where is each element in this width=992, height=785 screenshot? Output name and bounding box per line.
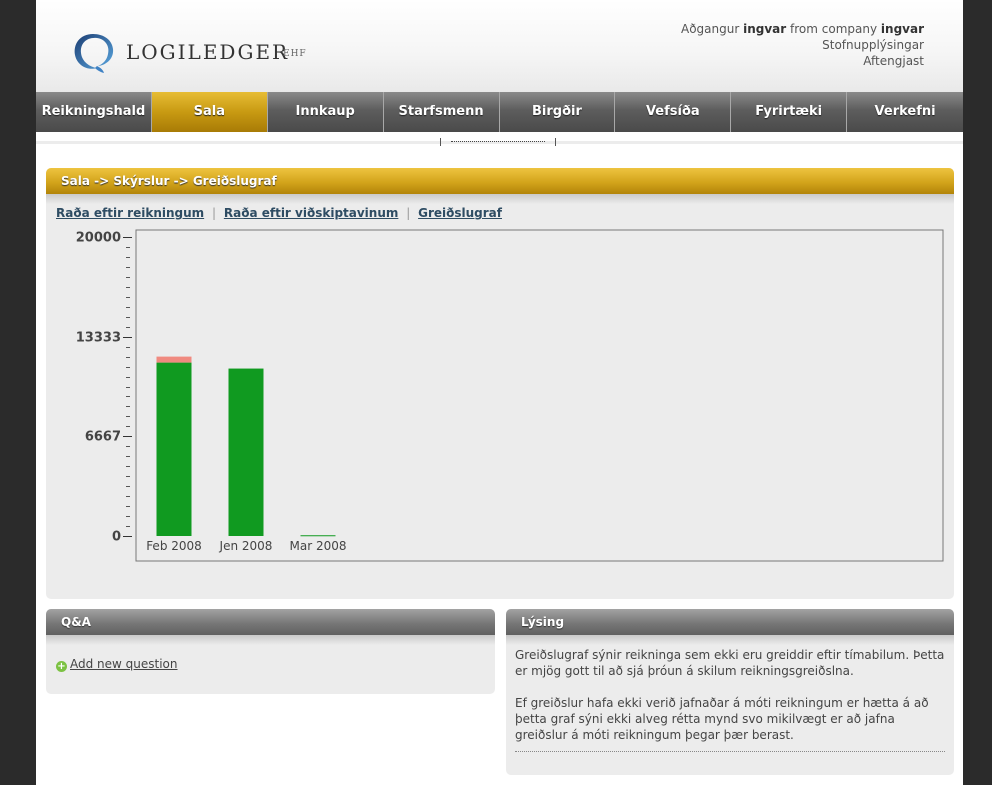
qa-title: Q&A [46,609,495,635]
add-question-label: Add new question [70,657,178,671]
description-body: Greiðslugraf sýnir reikninga sem ekki er… [515,647,945,759]
nav-item-vefsida[interactable]: Vefsíða [615,92,732,132]
brand-name: LOGILEDGER [126,40,290,64]
description-panel: Lýsing Greiðslugraf sýnir reikninga sem … [506,609,954,775]
subnav-marker [440,138,556,146]
account-mid: from company [790,22,878,36]
description-title: Lýsing [506,609,954,635]
bar [156,356,192,363]
nav-item-starfsmenn[interactable]: Starfsmenn [384,92,500,132]
nav-item-sala[interactable]: Sala [151,92,268,139]
y-tick-label: 20000 [76,231,121,246]
y-tick-label: 0 [112,530,121,545]
x-tick-label: Feb 2008 [146,539,202,553]
description-paragraph: Greiðslugraf sýnir reikninga sem ekki er… [515,648,945,678]
sort-by-invoice-link[interactable]: Raða eftir reikningum [56,206,204,220]
account-company: ingvar [880,22,924,36]
panel-shade [46,635,495,645]
payment-graph-link[interactable]: Greiðslugraf [418,206,502,220]
brand-suffix: EHF [283,49,307,59]
logo-swirl-icon [74,34,114,73]
account-user: ingvar [743,22,787,36]
description-paragraph: Ef greiðslur hafa ekki verið jafnaðar á … [515,696,929,742]
nav-item-fyrirtaeki[interactable]: Fyrirtæki [731,92,848,132]
nav-item-birgdir[interactable]: Birgðir [500,92,616,132]
x-tick-label: Jen 2008 [219,539,273,553]
company-info-link[interactable]: Stofnupplýsingar [681,37,924,53]
panel-shade [46,194,954,204]
bar [300,535,336,537]
link-separator: | [406,206,411,220]
breadcrumb: Sala -> Skýrslur -> Greiðslugraf [46,168,954,194]
qa-panel: Q&A + Add new question [46,609,495,694]
nav-item-verkefni[interactable]: Verkefni [847,92,963,132]
payment-chart: 20000 13333 6667 0 Feb 2008 Jen 2008 Mar 2008 [46,224,954,564]
bar [228,368,264,536]
y-tick-label: 6667 [85,430,121,445]
account-prefix: Aðgangur [680,22,740,36]
page: LOGILEDGER EHF Aðgangur ingvar from comp… [36,0,963,785]
bar [156,362,192,536]
sort-by-customer-link[interactable]: Raða eftir viðskiptavinum [224,206,399,220]
main-nav: Reikningshald Sala Innkaup Starfsmenn Bi… [36,92,963,139]
report-panel: Sala -> Skýrslur -> Greiðslugraf Raða ef… [46,168,954,599]
logo[interactable]: LOGILEDGER EHF [70,30,350,74]
add-question-button[interactable]: + Add new question [56,657,178,672]
x-tick-label: Mar 2008 [290,539,347,553]
chart-svg: 20000 13333 6667 0 Feb 2008 Jen 2008 Mar 2008 [76,229,944,562]
panel-shade [506,635,954,645]
account-line: Aðgangur ingvar from company ingvar [681,21,924,37]
account-box: Aðgangur ingvar from company ingvar Stof… [681,21,924,69]
nav-item-innkaup[interactable]: Innkaup [268,92,384,132]
logout-link[interactable]: Aftengjast [681,53,924,69]
report-links: Raða eftir reikningum | Raða eftir viðsk… [56,206,502,220]
nav-item-reikningshald[interactable]: Reikningshald [36,92,152,132]
y-tick-label: 13333 [76,331,121,346]
header: LOGILEDGER EHF Aðgangur ingvar from comp… [36,0,963,92]
subnav-strip [36,132,963,146]
link-separator: | [211,206,217,220]
plus-circle-icon: + [56,661,67,672]
description-divider [515,751,945,752]
